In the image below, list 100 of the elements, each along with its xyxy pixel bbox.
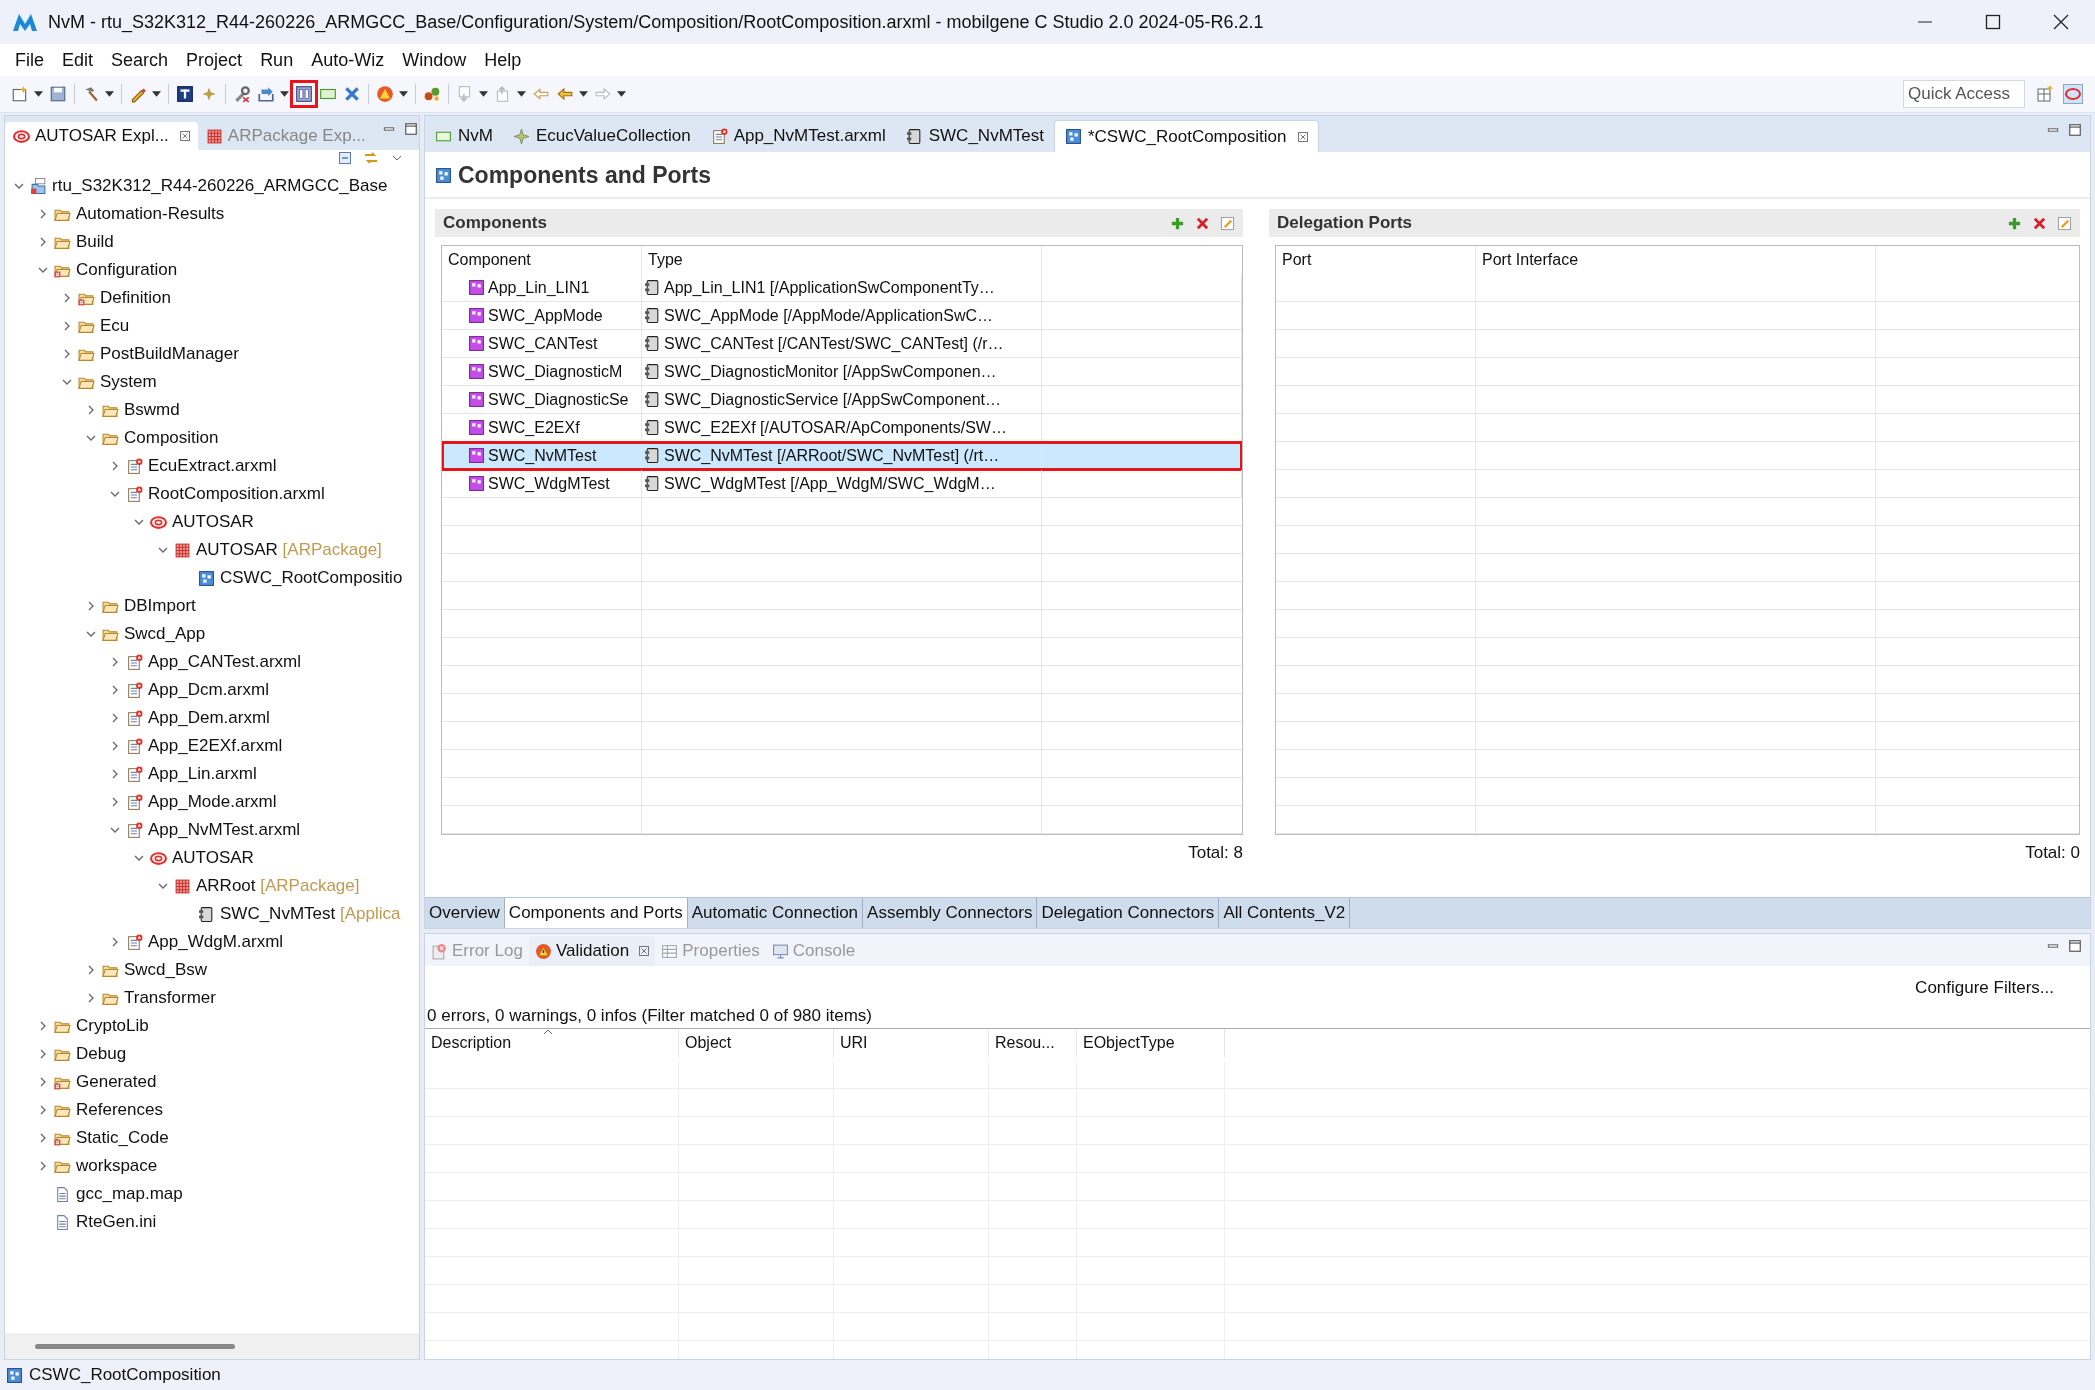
menu-item[interactable]: Edit (53, 46, 103, 74)
column-header[interactable]: Resou... (989, 1029, 1077, 1057)
tree-item[interactable]: RootComposition.arxml (5, 480, 419, 508)
tree-item[interactable]: Swcd_Bsw (5, 956, 419, 984)
tree-item[interactable]: App_CANTest.arxml (5, 648, 419, 676)
dropdown-caret-icon[interactable] (399, 91, 408, 97)
view-tab[interactable]: Validation (528, 936, 656, 966)
tree-item[interactable]: App_E2EXf.arxml (5, 732, 419, 760)
dropdown-caret-icon[interactable] (617, 91, 626, 97)
dropdown-caret-icon[interactable] (579, 91, 588, 97)
add-icon[interactable] (1170, 215, 1185, 231)
menu-item[interactable]: Auto-Wiz (302, 46, 394, 74)
configure-filters-link[interactable]: Configure Filters... (1915, 978, 2054, 998)
menu-item[interactable]: File (6, 46, 53, 74)
tree-item[interactable]: App_WdgM.arxml (5, 928, 419, 956)
tree-item[interactable]: RteGen.ini (5, 1208, 419, 1236)
dropdown-caret-icon[interactable] (34, 91, 43, 97)
editor-tab[interactable]: NvM (425, 120, 503, 152)
page-tab[interactable]: Automatic Connection (687, 898, 864, 928)
tree-item[interactable]: Automation-Results (5, 200, 419, 228)
tree-item[interactable]: gcc_map.map (5, 1180, 419, 1208)
dropdown-caret-icon[interactable] (152, 91, 161, 97)
table-row[interactable]: SWC_DiagnosticM SWC_DiagnosticMonitor [/AppSwComponen… (442, 358, 1242, 386)
column-header[interactable]: Object (679, 1029, 834, 1057)
maximize-icon[interactable] (1984, 13, 2002, 31)
add-icon[interactable] (2007, 215, 2022, 231)
toolbar-button[interactable] (292, 82, 316, 106)
dropdown-caret-icon[interactable] (517, 91, 526, 97)
scrollbar-thumb[interactable] (35, 1343, 235, 1349)
tree-item[interactable]: App_Mode.arxml (5, 788, 419, 816)
tree-item[interactable]: Ecu (5, 312, 419, 340)
tree-item[interactable]: PostBuildManager (5, 340, 419, 368)
close-icon[interactable] (2052, 13, 2070, 31)
tree-item[interactable]: rtu_S32K312_R44-260226_ARMGCC_Base (5, 172, 419, 200)
menu-item[interactable]: Search (102, 46, 178, 74)
tree-item[interactable]: Build (5, 228, 419, 256)
tree-item[interactable]: workspace (5, 1152, 419, 1180)
tree-item[interactable]: Definition (5, 284, 419, 312)
page-tab[interactable]: Overview (425, 898, 505, 928)
component-icon (435, 167, 452, 184)
column-header[interactable]: Description (425, 1029, 679, 1057)
tree-item[interactable]: AUTOSAR [ARPackage] (5, 536, 419, 564)
perspective-icon[interactable] (2063, 84, 2083, 104)
tree-item[interactable]: SWC_NvMTest [Applica (5, 900, 419, 928)
tree-item[interactable]: References (5, 1096, 419, 1124)
tree-item[interactable]: Bswmd (5, 396, 419, 424)
delete-icon[interactable] (1195, 215, 1210, 231)
table-row[interactable]: SWC_DiagnosticSe SWC_DiagnosticService [/AppSwComponent… (442, 386, 1242, 414)
document-icon (54, 1213, 71, 1231)
column-header[interactable]: Component (442, 246, 642, 274)
component-icon (468, 419, 485, 436)
tree-item[interactable]: Composition (5, 424, 419, 452)
menu-item[interactable]: Help (475, 46, 531, 74)
tree-item[interactable]: Transformer (5, 984, 419, 1012)
column-header[interactable]: EObjectType (1077, 1029, 1225, 1057)
table-row[interactable]: App_Lin_LIN1 App_Lin_LIN1 [/ApplicationSwComponentTy… (442, 274, 1242, 302)
tree-item[interactable]: Configuration (5, 256, 419, 284)
editor-tab[interactable]: SWC_NvMTest (895, 120, 1054, 152)
page-tab[interactable]: Components and Ports (504, 898, 688, 928)
quick-access-field[interactable]: Quick Access (1903, 80, 2025, 108)
project-icon (30, 177, 47, 195)
table-row[interactable]: SWC_AppMode SWC_AppMode [/AppMode/ApplicationSwC… (442, 302, 1242, 330)
menu-item[interactable]: Run (251, 46, 303, 74)
page-tab[interactable]: Delegation Connectors (1037, 898, 1220, 928)
tree-item[interactable]: App_Dcm.arxml (5, 676, 419, 704)
table-row[interactable]: SWC_NvMTest SWC_NvMTest [/ARRoot/SWC_NvMTest] (/rt… (442, 442, 1242, 470)
warning-icon (376, 85, 394, 103)
tree-item[interactable]: App_Lin.arxml (5, 760, 419, 788)
column-header[interactable]: URI (834, 1029, 989, 1057)
editor-tab[interactable]: EcucValueCollection (502, 120, 701, 152)
ring-icon (150, 849, 167, 867)
tree-item[interactable]: CSWC_RootCompositio (5, 564, 419, 592)
tree-item[interactable]: AUTOSAR (5, 508, 419, 536)
tree-item[interactable]: AUTOSAR (5, 844, 419, 872)
editor-tab[interactable]: *CSWC_RootComposition (1053, 120, 1320, 152)
tree-item[interactable]: EcuExtract.arxml (5, 452, 419, 480)
dropdown-caret-icon[interactable] (105, 91, 114, 97)
dropdown-caret-icon[interactable] (479, 91, 488, 97)
tree-item[interactable]: Static_Code (5, 1124, 419, 1152)
menu-item[interactable]: Window (393, 46, 476, 74)
open-perspective-icon[interactable] (2035, 84, 2055, 104)
tree-item[interactable]: DBImport (5, 592, 419, 620)
tree-item[interactable]: System (5, 368, 419, 396)
tree-item[interactable]: Debug (5, 1040, 419, 1068)
menu-item[interactable]: Project (177, 46, 252, 74)
tree-item[interactable]: CryptoLib (5, 1012, 419, 1040)
tree-item[interactable]: Swcd_App (5, 620, 419, 648)
editor-tab[interactable]: App_NvMTest.arxml (700, 120, 896, 152)
tree-item[interactable]: App_NvMTest.arxml (5, 816, 419, 844)
column-header[interactable]: Type (642, 246, 1042, 274)
table-row[interactable]: SWC_CANTest SWC_CANTest [/CANTest/SWC_CANTest] (/r… (442, 330, 1242, 358)
tree-item[interactable]: App_Dem.arxml (5, 704, 419, 732)
collapse-all-icon[interactable] (337, 150, 353, 166)
delete-icon[interactable] (2032, 215, 2047, 231)
page-tab[interactable]: Assembly Connectors (863, 898, 1038, 928)
tree-item[interactable]: Generated (5, 1068, 419, 1096)
page-tab[interactable]: All Contents_V2 (1219, 898, 1351, 928)
view-tab[interactable]: AUTOSAR Expl... (5, 122, 198, 150)
dropdown-caret-icon[interactable] (280, 91, 289, 97)
tree-item[interactable]: ARRoot [ARPackage] (5, 872, 419, 900)
